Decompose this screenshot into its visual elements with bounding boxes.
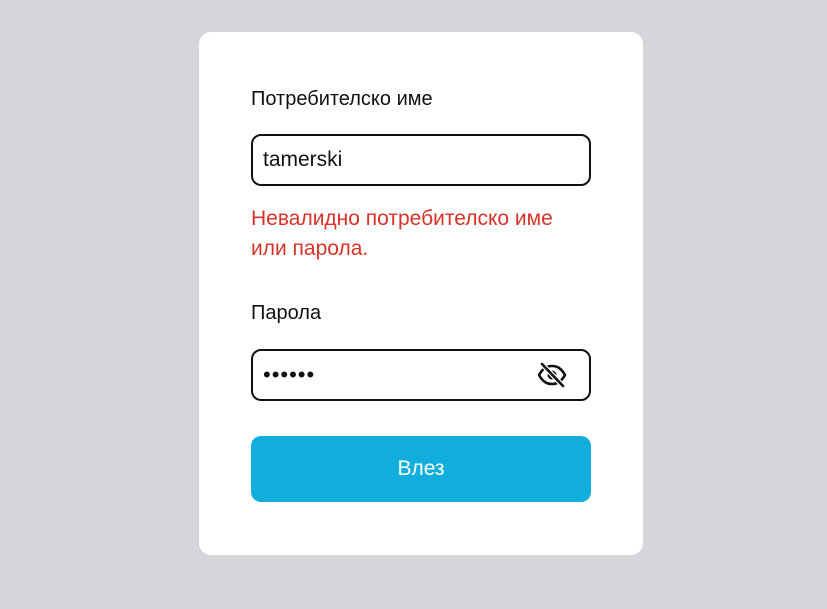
password-input[interactable] xyxy=(253,351,543,399)
username-input[interactable] xyxy=(253,136,543,184)
password-field-wrapper xyxy=(251,349,591,401)
login-card: Потребителско име Невалидно потребителск… xyxy=(199,32,643,555)
login-button[interactable]: Влез xyxy=(251,436,591,502)
error-message: Невалидно потребителско име или парола. xyxy=(251,207,553,260)
password-label: Парола xyxy=(251,302,322,324)
username-field-wrapper xyxy=(251,134,591,186)
username-label: Потребителско име xyxy=(251,88,433,110)
eye-slash-icon[interactable] xyxy=(537,362,567,388)
